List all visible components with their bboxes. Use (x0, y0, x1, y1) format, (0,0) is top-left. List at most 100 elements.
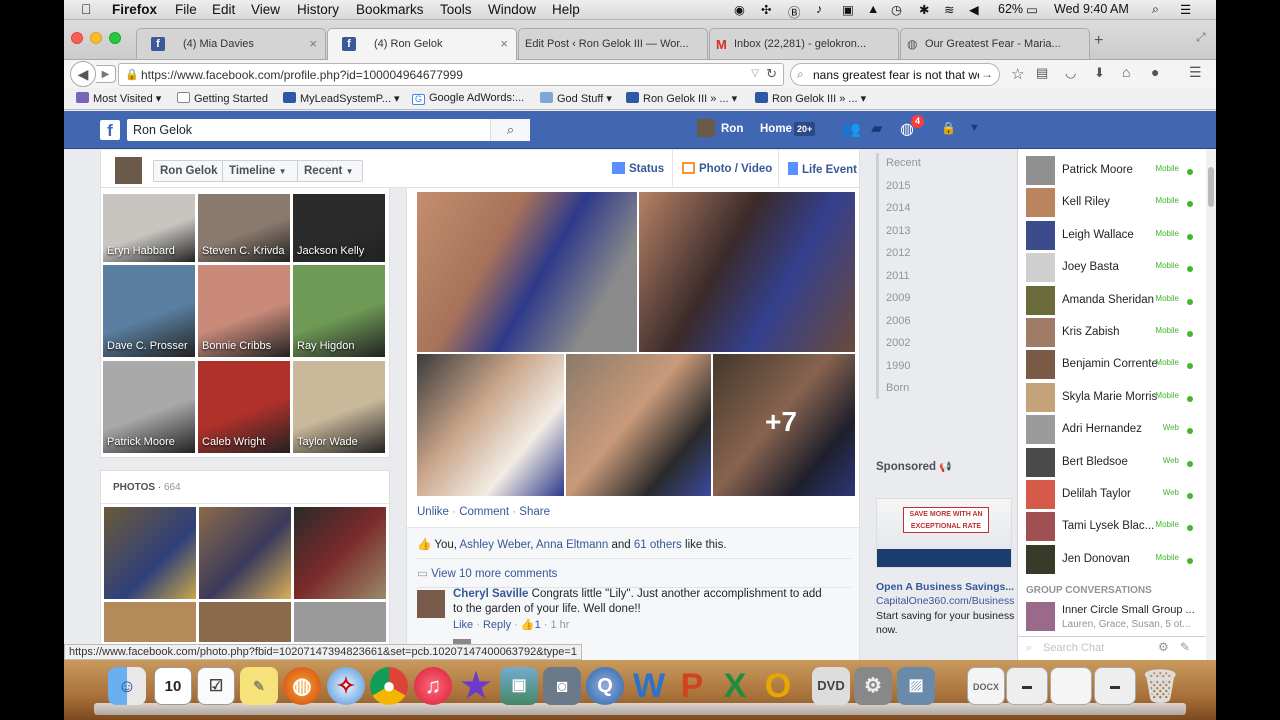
chat-contact[interactable]: Delilah Taylor Web (1018, 479, 1203, 511)
year-link[interactable]: Recent (886, 157, 921, 169)
year-link[interactable]: 2011 (886, 270, 910, 282)
word-icon[interactable]: W (630, 667, 668, 705)
menu-bookmarks[interactable]: Bookmarks (356, 2, 424, 17)
friend-tile[interactable]: Caleb Wright (198, 361, 290, 453)
firefox-menu-icon[interactable]: ☰ (1189, 64, 1202, 81)
iphoto-icon[interactable]: ▣ (500, 667, 538, 705)
menu-help[interactable]: Help (552, 2, 580, 17)
post-photo[interactable] (417, 192, 637, 352)
menu-edit[interactable]: Edit (212, 2, 235, 17)
friend-name[interactable]: Jackson Kelly (297, 245, 364, 257)
download-icon[interactable]: ⬇ (1094, 65, 1105, 81)
volume-icon[interactable]: ◀ (969, 2, 979, 17)
chat-search-input[interactable]: Search Chat (1043, 642, 1104, 654)
fb-search-input[interactable]: Ron Gelok (133, 123, 192, 137)
chat-search-bar[interactable]: ⌕ Search Chat ⚙ ✎ (1018, 636, 1207, 660)
window-thumb-icon[interactable]: ▬ (1006, 667, 1048, 705)
stickies-icon[interactable]: ✎ (240, 667, 278, 705)
zoom-window-button[interactable] (109, 32, 121, 44)
chat-contact[interactable]: Skyla Marie Morris Mobile (1018, 382, 1203, 414)
year-link[interactable]: 2002 (886, 337, 910, 349)
excel-icon[interactable]: X (716, 667, 754, 705)
messages-icon[interactable]: ▰ (871, 119, 883, 137)
friend-name[interactable]: Caleb Wright (202, 436, 265, 448)
comment-likes-count[interactable]: 👍1 (521, 619, 541, 631)
chat-contact[interactable]: Leigh Wallace Mobile (1018, 220, 1203, 252)
life-event-composer-tab[interactable]: Life Event (788, 162, 857, 176)
photos-header[interactable]: PHOTOS · 664 (113, 482, 181, 493)
fb-search-icon[interactable]: ⌕ (490, 119, 530, 141)
reminders-icon[interactable]: ☑ (197, 667, 235, 705)
year-link[interactable]: 1990 (886, 360, 910, 372)
liker-link[interactable]: Ashley Weber (460, 539, 531, 551)
reading-list-icon[interactable]: ▤ (1036, 65, 1048, 81)
friend-tile[interactable]: Patrick Moore (103, 361, 195, 453)
fb-search-box[interactable]: Ron Gelok ⌕ (127, 119, 530, 141)
bookmark-god-stuff[interactable]: God Stuff ▾ (540, 92, 612, 105)
preview-icon[interactable]: ▨ (897, 667, 935, 705)
chat-contact[interactable]: Joey Basta Mobile (1018, 252, 1203, 284)
tab-mia-davies[interactable]: f (4) Mia Davies × (136, 28, 326, 59)
close-window-button[interactable] (71, 32, 83, 44)
chat-bubble-icon[interactable]: ● (1151, 64, 1159, 80)
quicktime-icon[interactable]: Q (586, 667, 624, 705)
facetime-icon[interactable]: ◙ (543, 667, 581, 705)
more-photos-tile[interactable]: +7 (713, 354, 855, 496)
post-photo[interactable] (639, 192, 855, 352)
scrollbar-thumb[interactable] (1208, 167, 1214, 207)
friend-name[interactable]: Bonnie Cribbs (202, 340, 271, 352)
drive-icon[interactable]: ▲ (867, 2, 879, 16)
comment-link[interactable]: Comment (459, 506, 509, 518)
status-composer-tab[interactable]: Status (612, 162, 664, 175)
menu-history[interactable]: History (297, 2, 339, 17)
chat-contact[interactable]: Kell Riley Mobile (1018, 187, 1203, 219)
chat-contact[interactable]: Tami Lysek Blac... Mobile (1018, 511, 1203, 543)
dvd-player-icon[interactable]: DVD (812, 667, 850, 705)
chat-contact[interactable]: Kris Zabish Mobile (1018, 317, 1203, 349)
firefox-dock-icon[interactable]: ◍ (283, 667, 321, 705)
spotlight-icon[interactable]: ⌕ (1152, 2, 1159, 17)
imovie-icon[interactable]: ★ (457, 667, 495, 705)
back-icon[interactable]: ◀ (70, 61, 96, 87)
chat-contact[interactable]: Adri Hernandez Web (1018, 414, 1203, 446)
window-thumb-icon[interactable]: ▬ (1094, 667, 1136, 705)
ab-icon[interactable]: ▣ (842, 2, 854, 17)
friend-tile[interactable]: Eryn Habbard (103, 194, 195, 262)
megaphone-icon[interactable]: 📢 (939, 462, 951, 473)
bluetooth-icon[interactable]: ✱ (919, 2, 929, 17)
menu-file[interactable]: File (175, 2, 197, 17)
comment-reply-link[interactable]: Reply (483, 619, 511, 631)
reload-icon[interactable]: ↻ (766, 66, 777, 82)
safari-icon[interactable]: ✧ (327, 667, 365, 705)
comment-like-link[interactable]: Like (453, 619, 473, 631)
url-text[interactable]: https://www.facebook.com/profile.php?id=… (141, 68, 463, 82)
friend-name[interactable]: Steven C. Krivda (202, 245, 285, 257)
year-link[interactable]: 2014 (886, 202, 910, 214)
year-link[interactable]: 2009 (886, 292, 910, 304)
year-link[interactable]: Born (886, 382, 909, 394)
bookmark-myleadsystem[interactable]: MyLeadSystemP... ▾ (283, 92, 399, 105)
system-preferences-icon[interactable]: ⚙ (854, 667, 892, 705)
compose-icon[interactable]: ✎ (1180, 640, 1190, 654)
bell-icon[interactable]: ♪ (816, 2, 822, 16)
fb-user-name[interactable]: Ron (721, 123, 743, 135)
dropbox-icon[interactable]: ✣ (761, 2, 771, 17)
fb-home-link[interactable]: Home (760, 123, 792, 135)
post-photo[interactable] (566, 354, 711, 496)
bookmark-ron-gelok-1[interactable]: Ron Gelok III » ... ▾ (626, 92, 737, 105)
new-tab-icon[interactable]: + (1094, 32, 1103, 50)
privacy-shortcuts-icon[interactable]: 🔒 (941, 121, 956, 135)
comment-author-link[interactable]: Cheryl Saville (453, 588, 528, 600)
profile-thumb[interactable] (115, 157, 142, 184)
apple-menu-icon[interactable]:  (81, 1, 92, 17)
search-input[interactable]: nans greatest fear is not that we (813, 68, 979, 82)
bookmark-google-adwords[interactable]: G Google AdWords:... (412, 92, 524, 105)
page-scrollbar[interactable] (1206, 149, 1216, 660)
notification-center-icon[interactable]: ☰ (1180, 2, 1191, 17)
chat-contact[interactable]: Bert Bledsoe Web (1018, 447, 1203, 479)
year-link[interactable]: 2013 (886, 225, 910, 237)
outlook-icon[interactable]: O (759, 667, 797, 705)
photo-thumb[interactable] (104, 507, 196, 599)
likes-others-link[interactable]: 61 others (634, 539, 682, 551)
search-go-icon[interactable]: → (981, 67, 993, 81)
